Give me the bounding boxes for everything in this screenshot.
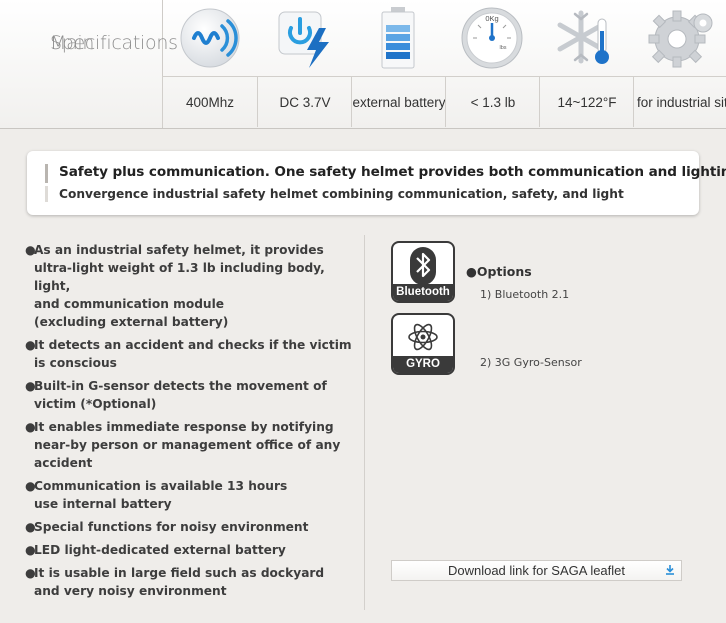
wireless-signal-icon — [163, 4, 257, 72]
feature-item: ● Built-in G-sensor detects the movement … — [25, 377, 360, 413]
intro-banner: Safety plus communication. One safety he… — [27, 151, 726, 215]
spec-battery: external battery — [351, 77, 446, 127]
feature-text: It enables immediate response by notifyi… — [34, 420, 341, 470]
spec-labels-row: 400Mhz DC 3.7V external battery < 1.3 lb… — [162, 76, 726, 127]
feature-item: ● As an industrial safety helmet, it prov… — [25, 241, 360, 331]
column-divider — [364, 235, 365, 610]
bluetooth-badge-label: Bluetooth — [393, 284, 453, 301]
feature-text: Communication is available 13 hours use … — [34, 479, 288, 511]
feature-item: ● It is usable in large field such as doc… — [25, 564, 360, 600]
spec-title-line2: Specifications — [50, 32, 178, 54]
snowflake-thermometer-icon — [539, 4, 633, 72]
bullet-dot: ● — [25, 520, 36, 534]
feature-text: It is usable in large field such as dock… — [34, 566, 325, 598]
feature-text: Special functions for noisy environment — [34, 520, 309, 534]
download-leaflet-button[interactable]: Download link for SAGA leaflet — [391, 560, 682, 581]
feature-text: It detects an accident and checks if the… — [34, 338, 352, 370]
bullet-dot: ● — [25, 420, 36, 434]
gyro-atom-icon — [408, 323, 438, 351]
spec-title: Main Specifications — [0, 0, 178, 128]
banner-accent-bar-light — [45, 186, 48, 202]
bullet-dot: ● — [25, 338, 36, 352]
gyro-badge-label: GYRO — [393, 356, 453, 373]
spec-usage: for industrial site — [633, 77, 726, 127]
spec-weight: < 1.3 lb — [445, 77, 540, 127]
feature-item: ● LED light-dedicated external battery — [25, 541, 360, 559]
feature-item: ● It enables immediate response by notify… — [25, 418, 360, 472]
spec-header: Main Specifications 0Kg lbs 400Mhz DC 3.… — [0, 0, 726, 129]
feature-list: ● As an industrial safety helmet, it prov… — [25, 241, 360, 605]
banner-accent-bar — [45, 164, 48, 183]
bullet-dot: ● — [25, 379, 36, 393]
gauge-top-label: 0Kg — [485, 14, 498, 23]
spec-voltage: DC 3.7V — [257, 77, 352, 127]
gauge-unit-label: lbs — [499, 45, 506, 51]
spec-frequency: 400Mhz — [162, 77, 257, 127]
gyro-badge: GYRO — [391, 313, 455, 375]
spec-icons-row: 0Kg lbs — [163, 0, 726, 76]
option-bluetooth: 1) Bluetooth 2.1 — [480, 288, 570, 301]
options-heading: ●Options — [466, 264, 532, 279]
bullet-dot: ● — [25, 566, 36, 580]
gear-icon — [633, 4, 726, 72]
bullet-dot: ● — [25, 479, 36, 493]
weight-scale-icon: 0Kg lbs — [445, 4, 539, 72]
feature-item: ● It detects an accident and checks if th… — [25, 336, 360, 372]
bullet-dot: ● — [25, 243, 36, 257]
feature-text: Built-in G-sensor detects the movement o… — [34, 379, 327, 411]
download-arrow-icon — [666, 565, 674, 575]
download-label: Download link for SAGA leaflet — [447, 563, 626, 578]
feature-item: ● Communication is available 13 hours use… — [25, 477, 360, 513]
banner-subline: Convergence industrial safety helmet com… — [59, 187, 624, 201]
feature-text: LED light-dedicated external battery — [34, 543, 286, 557]
banner-headline: Safety plus communication. One safety he… — [59, 164, 726, 180]
option-gyro: 2) 3G Gyro-Sensor — [480, 356, 582, 369]
spec-temperature: 14~122°F — [539, 77, 634, 127]
feature-item: ● Special functions for noisy environment — [25, 518, 360, 536]
power-bolt-icon — [257, 4, 351, 72]
bullet-dot: ● — [25, 543, 36, 557]
feature-text: As an industrial safety helmet, it provi… — [34, 243, 325, 329]
battery-icon — [351, 4, 445, 72]
bluetooth-badge: Bluetooth — [391, 241, 455, 303]
bluetooth-icon — [410, 247, 436, 285]
